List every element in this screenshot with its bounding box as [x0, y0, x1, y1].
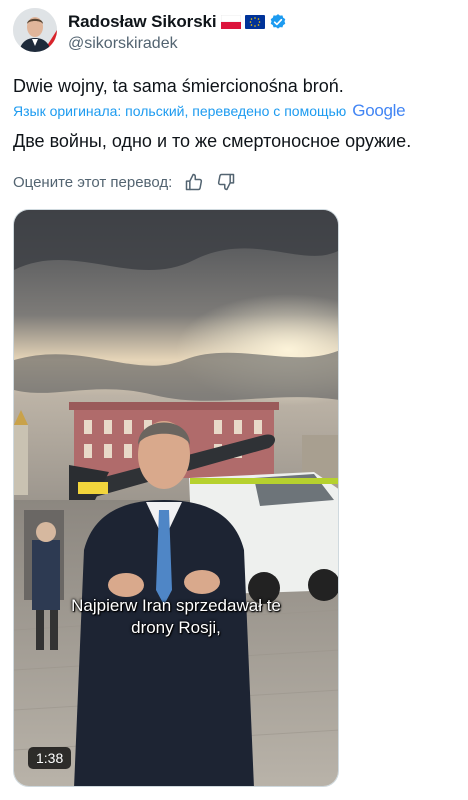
- tweet-text: Dwie wojny, ta sama śmiercionośna broń.: [13, 76, 344, 96]
- subtitle-line-2: drony Rosji,: [131, 618, 221, 637]
- subtitle-line-1: Najpierw Iran sprzedawał te: [71, 596, 281, 615]
- avatar[interactable]: [13, 8, 57, 52]
- handle[interactable]: @sikorskiradek: [68, 35, 178, 53]
- translation-note-text: Язык оригинала: польский, переведено с п…: [13, 103, 347, 119]
- display-name[interactable]: Radosław Sikorski: [68, 12, 217, 32]
- rate-translation-label: Оцените этот перевод:: [13, 173, 173, 191]
- eu-flag-icon: [244, 15, 265, 29]
- poland-flag-icon: [220, 14, 241, 29]
- video-subtitle: Najpierw Iran sprzedawał te drony Rosji,: [14, 595, 338, 639]
- translated-text: Две войны, одно и то же смертоносное ору…: [13, 131, 412, 151]
- rate-translation-row: Оцените этот перевод:: [13, 172, 236, 192]
- google-logo: Google: [352, 101, 405, 121]
- translation-note[interactable]: Язык оригинала: польский, переведено с п…: [13, 101, 406, 121]
- google-logo-text: Google: [352, 101, 406, 120]
- tweet-header: Radosław Sikorski @sikorskiradek: [13, 8, 455, 56]
- thumbs-up-icon[interactable]: [184, 172, 204, 192]
- name-row: Radosław Sikorski: [68, 12, 287, 32]
- thumbs-down-icon[interactable]: [216, 172, 236, 192]
- video-duration-badge: 1:38: [28, 747, 72, 769]
- video-frame: [14, 210, 338, 786]
- video-player[interactable]: Najpierw Iran sprzedawał te drony Rosji,…: [13, 209, 339, 787]
- verified-icon: [269, 13, 287, 31]
